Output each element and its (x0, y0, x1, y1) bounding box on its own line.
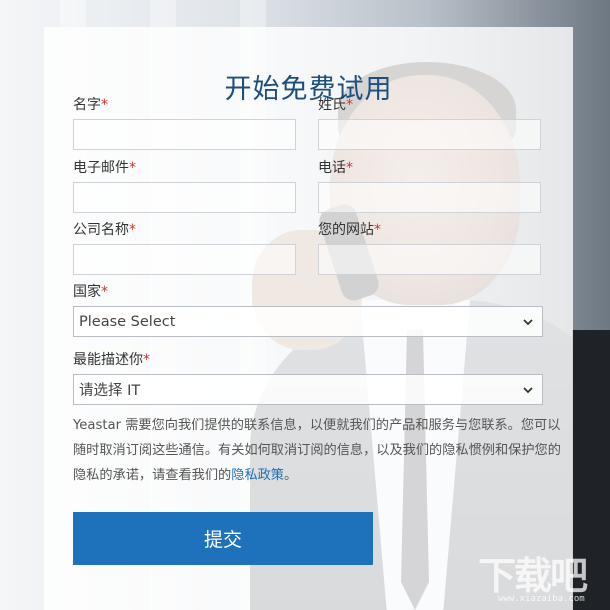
submit-button[interactable]: 提交 (73, 512, 373, 565)
country-selected-value: Please Select (79, 313, 176, 330)
country-label: 国家* (73, 284, 108, 300)
last-name-field: 姓氏* (318, 95, 541, 150)
role-select[interactable]: 请选择 IT (73, 374, 543, 405)
email-label: 电子邮件* (73, 160, 136, 176)
role-field: 最能描述你* 请选择 IT (73, 350, 543, 405)
phone-label: 电话* (318, 160, 353, 176)
last-name-input[interactable] (318, 119, 541, 150)
company-field: 公司名称* (73, 220, 296, 275)
company-label: 公司名称* (73, 222, 136, 238)
chevron-down-icon (523, 318, 533, 325)
watermark-url: www.xiazaiba.com (498, 594, 585, 604)
first-name-input[interactable] (73, 119, 296, 150)
email-field: 电子邮件* (73, 158, 296, 213)
privacy-notice-end: 。 (284, 468, 298, 483)
phone-input[interactable] (318, 182, 541, 213)
privacy-notice-text: Yeastar 需要您向我们提供的联系信息，以便就我们的产品和服务与您联系。您可… (73, 418, 561, 483)
country-field: 国家* Please Select (73, 282, 543, 337)
first-name-field: 名字* (73, 95, 296, 150)
role-selected-value: 请选择 IT (79, 383, 141, 399)
privacy-policy-link[interactable]: 隐私政策 (231, 468, 284, 483)
role-label: 最能描述你* (73, 352, 150, 368)
company-input[interactable] (73, 244, 296, 275)
country-select[interactable]: Please Select (73, 306, 543, 337)
website-input[interactable] (318, 244, 541, 275)
trial-form-panel: 开始免费试用 名字* 姓氏* 电子邮件* 电话* 公司名称* 您的网站* 国家*… (44, 27, 573, 610)
website-label: 您的网站* (318, 222, 381, 238)
first-name-label: 名字* (73, 97, 108, 113)
privacy-notice: Yeastar 需要您向我们提供的联系信息，以便就我们的产品和服务与您联系。您可… (73, 413, 561, 488)
last-name-label: 姓氏* (318, 97, 353, 113)
chevron-down-icon (523, 386, 533, 393)
website-field: 您的网站* (318, 220, 541, 275)
email-input[interactable] (73, 182, 296, 213)
phone-field: 电话* (318, 158, 541, 213)
